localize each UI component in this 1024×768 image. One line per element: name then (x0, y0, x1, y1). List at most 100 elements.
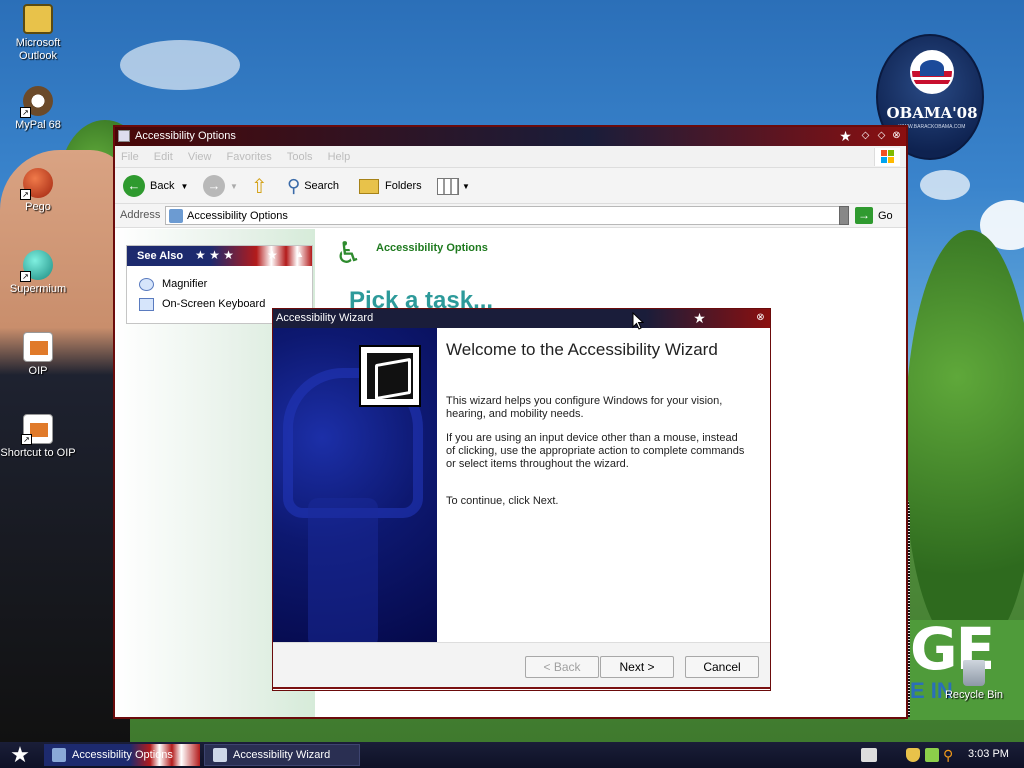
wizard-button-bar: < Back Next > Cancel (273, 642, 770, 689)
address-label: Address (120, 209, 161, 221)
see-also-header[interactable]: See Also ★ ★ ★ ★ ▲ (127, 246, 312, 266)
magnifier-icon (139, 277, 154, 291)
back-label: Back (150, 180, 175, 192)
go-label: Go (878, 209, 893, 222)
menu-file[interactable]: File (115, 146, 145, 168)
explorer-titlebar[interactable]: Accessibility Options ★ ◇ ◇ ⊗ (115, 127, 906, 146)
up-button[interactable]: ⇧ (251, 174, 268, 198)
control-panel-icon (52, 748, 66, 762)
see-also-label: On-Screen Keyboard (162, 298, 266, 310)
back-button[interactable]: ← Back ▼ (123, 174, 188, 198)
menu-favorites[interactable]: Favorites (221, 146, 278, 168)
security-shield-icon[interactable] (906, 748, 920, 762)
desktop-icon-microsoft-outlook[interactable]: Microsoft Outlook (0, 4, 76, 63)
control-panel-icon (169, 209, 183, 223)
go-arrow-icon: → (855, 207, 873, 224)
views-icon (437, 177, 459, 195)
taskbar-item-accessibility-wizard[interactable]: Accessibility Wizard (204, 744, 360, 766)
menubar: File Edit View Favorites Tools Help (115, 146, 906, 168)
next-button[interactable]: Next > (600, 656, 674, 678)
menu-view[interactable]: View (182, 146, 218, 168)
desktop-icon-shortcut-to-oip[interactable]: ↗ Shortcut to OIP (0, 414, 76, 460)
menu-help[interactable]: Help (322, 146, 357, 168)
star-icon: ★ (267, 248, 278, 262)
wizard-icon (213, 748, 227, 762)
taskbar-item-accessibility-options[interactable]: Accessibility Options (44, 744, 200, 766)
wizard-paragraph-3: To continue, click Next. (446, 495, 559, 507)
forward-arrow-icon: → (203, 175, 225, 197)
wizard-heading: Welcome to the Accessibility Wizard (446, 340, 718, 359)
search-button[interactable]: ⚲ Search (287, 174, 339, 198)
shortcut-arrow-icon: ↗ (20, 271, 31, 282)
decorative-shape (308, 498, 378, 642)
cloud (120, 40, 240, 90)
folder-up-icon: ⇧ (251, 175, 268, 198)
toolbar: ← Back ▼ → ▼ ⇧ ⚲ Search Folders ▼ (115, 168, 906, 204)
search-label: Search (304, 180, 340, 192)
wizard-side-graphic (273, 328, 437, 642)
search-icon: ⚲ (287, 175, 301, 196)
see-also-title: See Also (137, 250, 184, 262)
star-icon: ★ (839, 128, 852, 144)
wizard-titlebar[interactable]: Accessibility Wizard ★ ⊗ (273, 309, 770, 328)
chevron-down-icon: ▼ (462, 181, 470, 191)
recycle-bin-icon (963, 660, 985, 686)
star-icon: ★ ★ ★ (195, 248, 234, 262)
back-button[interactable]: < Back (525, 656, 599, 678)
desktop-icon-label: Microsoft Outlook (15, 37, 61, 62)
taskbar-item-label: Accessibility Options (72, 749, 173, 761)
see-also-label: Magnifier (162, 278, 208, 290)
maximize-button[interactable]: ◇ (875, 130, 888, 143)
close-button[interactable]: ⊗ (754, 312, 767, 325)
collapse-icon[interactable]: ▲ (295, 249, 304, 259)
network-icon[interactable] (925, 748, 939, 762)
folders-button[interactable]: Folders (359, 174, 422, 198)
supermium-icon: ↗ (20, 250, 53, 282)
start-button[interactable]: ★ (0, 742, 40, 768)
desktop-icon-label: Pego (25, 201, 51, 213)
go-button[interactable]: → Go (855, 207, 893, 224)
accessibility-icon: ♿ (335, 237, 362, 270)
desktop-icon-oip[interactable]: OIP (0, 332, 76, 378)
taskbar-item-label: Accessibility Wizard (233, 749, 331, 761)
forward-button[interactable]: → ▼ (203, 174, 238, 198)
search-icon[interactable]: ⚲ (943, 748, 957, 762)
views-button[interactable]: ▼ (437, 174, 470, 198)
cancel-button[interactable]: Cancel (685, 656, 759, 678)
minimize-button[interactable]: ◇ (859, 130, 872, 143)
desktop-icon-supermium[interactable]: ↗ Supermium (0, 250, 76, 296)
shortcut-arrow-icon: ↗ (20, 189, 31, 200)
obama-badge-text: OBAMA'08 (886, 104, 978, 122)
address-bar: Address Accessibility Options → Go (115, 204, 906, 228)
folders-label: Folders (385, 180, 422, 192)
desktop-icon-label: MyPal 68 (15, 119, 61, 131)
chevron-down-icon: ▼ (230, 181, 238, 191)
menu-edit[interactable]: Edit (148, 146, 179, 168)
clock[interactable]: 3:03 PM (968, 748, 1009, 760)
wizard-title: Accessibility Wizard (276, 312, 374, 324)
wizard-badge-icon (359, 345, 421, 407)
oip-shortcut-icon: ↗ (21, 414, 53, 445)
wizard-paragraph-2: If you are using an input device other t… (446, 432, 745, 470)
cloud (920, 170, 970, 200)
menu-tools[interactable]: Tools (281, 146, 319, 168)
desktop-icon-pego[interactable]: ↗ Pego (0, 168, 76, 214)
oip-image-icon (23, 332, 53, 362)
address-input[interactable]: Accessibility Options (165, 206, 847, 225)
see-also-magnifier[interactable]: Magnifier (127, 274, 312, 294)
desktop-icon-mypal-68[interactable]: ↗ MyPal 68 (0, 86, 76, 132)
wizard-body: Welcome to the Accessibility Wizard This… (437, 328, 770, 642)
desktop-icon-recycle-bin[interactable]: Recycle Bin (936, 660, 1012, 702)
address-dropdown-button[interactable] (839, 206, 849, 225)
taskbar: ★ Accessibility Options Accessibility Wi… (0, 742, 1024, 768)
obama-logo-icon (910, 50, 954, 94)
wizard-paragraph-1: This wizard helps you configure Windows … (446, 395, 723, 420)
keyboard-icon[interactable] (861, 748, 877, 762)
content-header: Accessibility Options (376, 242, 488, 254)
shortcut-arrow-icon: ↗ (21, 434, 32, 445)
keyboard-icon (139, 297, 154, 311)
tree (905, 230, 1024, 650)
pego-icon: ↗ (20, 168, 53, 200)
close-button[interactable]: ⊗ (890, 130, 903, 143)
